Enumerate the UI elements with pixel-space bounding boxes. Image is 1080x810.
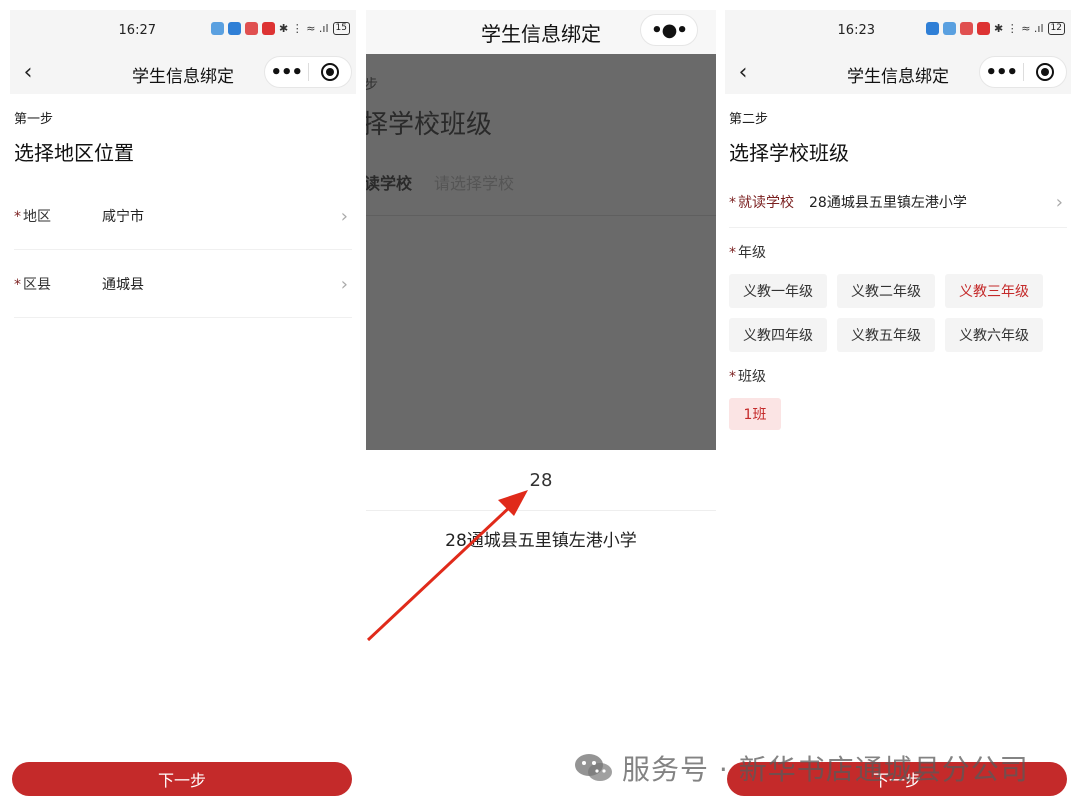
step-title: 选择地区位置: [14, 141, 134, 165]
step-label: 步: [366, 77, 378, 93]
app-notification-icon: [977, 22, 990, 35]
grade-options: 义教一年级 义教二年级 义教三年级 义教四年级 义教五年级 义教六年级: [729, 274, 1067, 352]
chevron-right-icon: ›: [1055, 192, 1063, 213]
school-option[interactable]: 28通城县五里镇左港小学: [366, 526, 716, 551]
status-icons: ✱ ⋮ ≈ .ıl 12: [926, 22, 1065, 35]
app-notification-icon: [262, 22, 275, 35]
divider: [366, 510, 716, 511]
modal-overlay[interactable]: 步 择学校班级 读学校 请选择学校: [366, 54, 716, 450]
school-row: 读学校 请选择学校: [366, 160, 716, 216]
school-search-input[interactable]: 28: [366, 470, 716, 491]
chevron-right-icon: ›: [340, 274, 348, 295]
app-notification-icon: [228, 22, 241, 35]
next-step-button[interactable]: 下一步: [12, 762, 352, 796]
school-label-text: 就读学校: [738, 194, 794, 211]
required-mark: *: [729, 194, 736, 211]
grade-option[interactable]: 义教一年级: [729, 274, 827, 308]
app-notification-icon: [960, 22, 973, 35]
app-notification-icon: [245, 22, 258, 35]
app-notification-icon: [211, 22, 224, 35]
required-mark: *: [14, 208, 21, 225]
status-bar: 16:27 ✱ ⋮ ≈ .ıl 15: [10, 10, 356, 50]
school-label: * 就读学校: [729, 192, 809, 212]
grade-label-text: 年级: [738, 245, 766, 261]
battery-icon: 12: [1047, 22, 1065, 35]
miniprogram-capsule: •••: [979, 56, 1067, 88]
miniprogram-capsule: •••: [264, 56, 352, 88]
school-placeholder: 请选择学校: [434, 174, 515, 193]
miniprogram-capsule: •●•: [640, 14, 698, 46]
screenshot-collage: 16:27 ✱ ⋮ ≈ .ıl 15 ‹ 学生信息绑定 ••• 第一步 选择地区…: [0, 0, 1080, 810]
nav-bar: ‹ 学生信息绑定 •••: [725, 50, 1071, 94]
more-dots-icon[interactable]: •••: [980, 62, 1023, 83]
step-title: 选择学校班级: [729, 141, 849, 165]
school-value: 28通城县五里镇左港小学: [809, 194, 967, 211]
school-label: 读学校: [366, 174, 413, 193]
school-row[interactable]: * 就读学校 28通城县五里镇左港小学 ›: [729, 176, 1067, 228]
region-label: * 地区: [14, 206, 102, 226]
signal-icons: ✱ ⋮ ≈ .ıl: [994, 22, 1044, 35]
county-label-text: 区县: [23, 276, 51, 293]
grade-label: * 年级: [729, 242, 1067, 262]
wechat-icon: [575, 754, 612, 781]
app-notification-icon: [943, 22, 956, 35]
chevron-right-icon: ›: [340, 206, 348, 227]
county-value: 通城县: [102, 276, 144, 293]
region-label-text: 地区: [23, 208, 51, 225]
form-content: 第二步 选择学校班级 * 就读学校 28通城县五里镇左港小学 › * 年级 义教一年…: [725, 94, 1071, 430]
grade-option[interactable]: 义教四年级: [729, 318, 827, 352]
county-label: * 区县: [14, 274, 102, 294]
status-time: 16:23: [837, 23, 875, 38]
status-icons: ✱ ⋮ ≈ .ıl 15: [211, 22, 350, 35]
grade-option[interactable]: 义教二年级: [837, 274, 935, 308]
school-picker-screen: 学生信息绑定 •●• 步 择学校班级 读学校 请选择学校 28 28通城县五里镇…: [366, 10, 716, 800]
step-title: 择学校班级: [366, 110, 493, 140]
required-mark: *: [729, 369, 736, 385]
region-row[interactable]: * 地区 咸宁市 ›: [14, 182, 352, 250]
grade-option[interactable]: 义教五年级: [837, 318, 935, 352]
class-label-text: 班级: [738, 369, 766, 385]
more-dots-icon[interactable]: •••: [265, 62, 308, 83]
nav-bar: 学生信息绑定 •●•: [366, 10, 716, 54]
step1-screen: 16:27 ✱ ⋮ ≈ .ıl 15 ‹ 学生信息绑定 ••• 第一步 选择地区…: [10, 10, 356, 800]
watermark: 服务号 · 新华书店通城县分公司: [572, 748, 1029, 788]
class-label: * 班级: [729, 366, 1067, 386]
required-mark: *: [14, 276, 21, 293]
required-mark: *: [729, 245, 736, 261]
form-content: 第一步 选择地区位置 * 地区 咸宁市 › * 区县 通城县 ›: [10, 94, 356, 318]
class-option-selected[interactable]: 1班: [729, 398, 781, 430]
county-row[interactable]: * 区县 通城县 ›: [14, 250, 352, 318]
status-time: 16:27: [118, 23, 156, 38]
grade-option-selected[interactable]: 义教三年级: [945, 274, 1043, 308]
target-close-icon[interactable]: [1024, 63, 1067, 81]
step2-screen: 16:23 ✱ ⋮ ≈ .ıl 12 ‹ 学生信息绑定 ••• 第二步 选择学校…: [725, 10, 1071, 800]
status-bar: 16:23 ✱ ⋮ ≈ .ıl 12: [725, 10, 1071, 50]
step-label: 第二步: [729, 112, 769, 127]
target-close-icon[interactable]: [309, 63, 352, 81]
battery-icon: 15: [332, 22, 350, 35]
grade-option[interactable]: 义教六年级: [945, 318, 1043, 352]
nav-bar: ‹ 学生信息绑定 •••: [10, 50, 356, 94]
app-notification-icon: [926, 22, 939, 35]
more-dots-icon[interactable]: •●•: [641, 20, 697, 41]
step-label: 第一步: [14, 112, 54, 127]
watermark-text: 服务号 · 新华书店通城县分公司: [622, 753, 1029, 786]
region-value: 咸宁市: [102, 208, 144, 225]
signal-icons: ✱ ⋮ ≈ .ıl: [279, 22, 329, 35]
